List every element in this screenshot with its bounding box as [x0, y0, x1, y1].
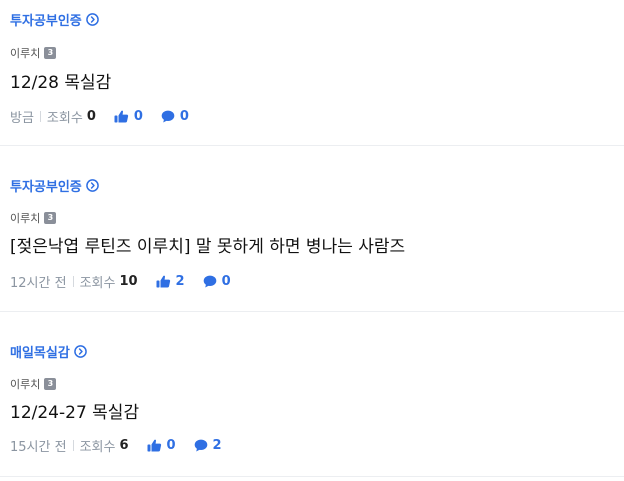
board-name: 매일목실감	[10, 346, 70, 361]
meta-divider	[39, 111, 41, 122]
post-card[interactable]: 매일목실감 이루치 3 12/24-27 목실감 15시간 전 조회수 6 0	[0, 312, 624, 477]
level-badge: 3	[44, 378, 57, 390]
comment-count: 0	[221, 274, 231, 289]
author-name: 이루치	[10, 212, 41, 225]
views-count: 0	[86, 109, 96, 124]
like-button[interactable]: 2	[156, 274, 185, 289]
level-badge: 3	[44, 212, 57, 224]
board-link[interactable]: 매일목실감	[10, 342, 87, 361]
like-button[interactable]: 0	[147, 438, 176, 453]
thumbs-up-icon	[114, 110, 128, 123]
author-info[interactable]: 이루치 3	[10, 210, 57, 226]
comment-button[interactable]: 0	[203, 274, 231, 289]
chevron-right-circle-icon	[85, 179, 99, 192]
thumbs-up-icon	[156, 275, 170, 288]
post-title[interactable]: [젖은낙엽 루틴즈 이루치] 말 못하게 하면 병나는 사람즈	[10, 232, 405, 257]
like-count: 0	[166, 438, 176, 453]
author-name: 이루치	[10, 378, 41, 391]
author-info[interactable]: 이루치 3	[10, 45, 57, 61]
post-feed: 투자공부인증 이루치 3 12/28 목실감 방금 조회수 0 0 0 투자공부…	[0, 0, 624, 481]
views-label: 조회수	[46, 111, 83, 126]
thumbs-up-icon	[147, 439, 161, 452]
like-button[interactable]: 0	[114, 109, 143, 124]
meta-divider	[72, 440, 74, 451]
views-label: 조회수	[79, 276, 116, 291]
speech-bubble-icon	[203, 275, 216, 288]
post-time: 15시간 전	[10, 440, 67, 455]
board-link[interactable]: 투자공부인증	[10, 176, 99, 195]
board-name: 투자공부인증	[10, 14, 82, 29]
views-count: 10	[119, 274, 138, 289]
board-link[interactable]: 투자공부인증	[10, 10, 99, 29]
speech-bubble-icon	[161, 110, 175, 123]
views-label: 조회수	[79, 440, 116, 455]
post-title[interactable]: 12/24-27 목실감	[10, 398, 139, 423]
speech-bubble-icon	[194, 439, 207, 452]
chevron-right-circle-icon	[73, 345, 87, 358]
meta-divider	[72, 276, 74, 287]
comment-count: 0	[179, 109, 189, 124]
post-meta: 방금 조회수 0 0 0	[10, 107, 189, 126]
comment-count: 2	[212, 438, 222, 453]
post-time: 방금	[10, 111, 34, 126]
post-card[interactable]: 투자공부인증 이루치 3 [젖은낙엽 루틴즈 이루치] 말 못하게 하면 병나는…	[0, 146, 624, 312]
author-info[interactable]: 이루치 3	[10, 376, 57, 392]
like-count: 0	[133, 109, 143, 124]
post-meta: 15시간 전 조회수 6 0 2	[10, 436, 222, 455]
board-name: 투자공부인증	[10, 180, 82, 195]
views-count: 6	[119, 438, 129, 453]
post-title[interactable]: 12/28 목실감	[10, 68, 111, 93]
post-card[interactable]: 투자공부인증 이루치 3 12/28 목실감 방금 조회수 0 0 0	[0, 0, 624, 146]
comment-button[interactable]: 2	[194, 438, 222, 453]
like-count: 2	[175, 274, 185, 289]
comment-button[interactable]: 0	[161, 109, 189, 124]
chevron-right-circle-icon	[85, 13, 99, 26]
author-name: 이루치	[10, 47, 41, 60]
post-time: 12시간 전	[10, 276, 67, 291]
post-meta: 12시간 전 조회수 10 2 0	[10, 272, 231, 291]
level-badge: 3	[44, 47, 57, 59]
